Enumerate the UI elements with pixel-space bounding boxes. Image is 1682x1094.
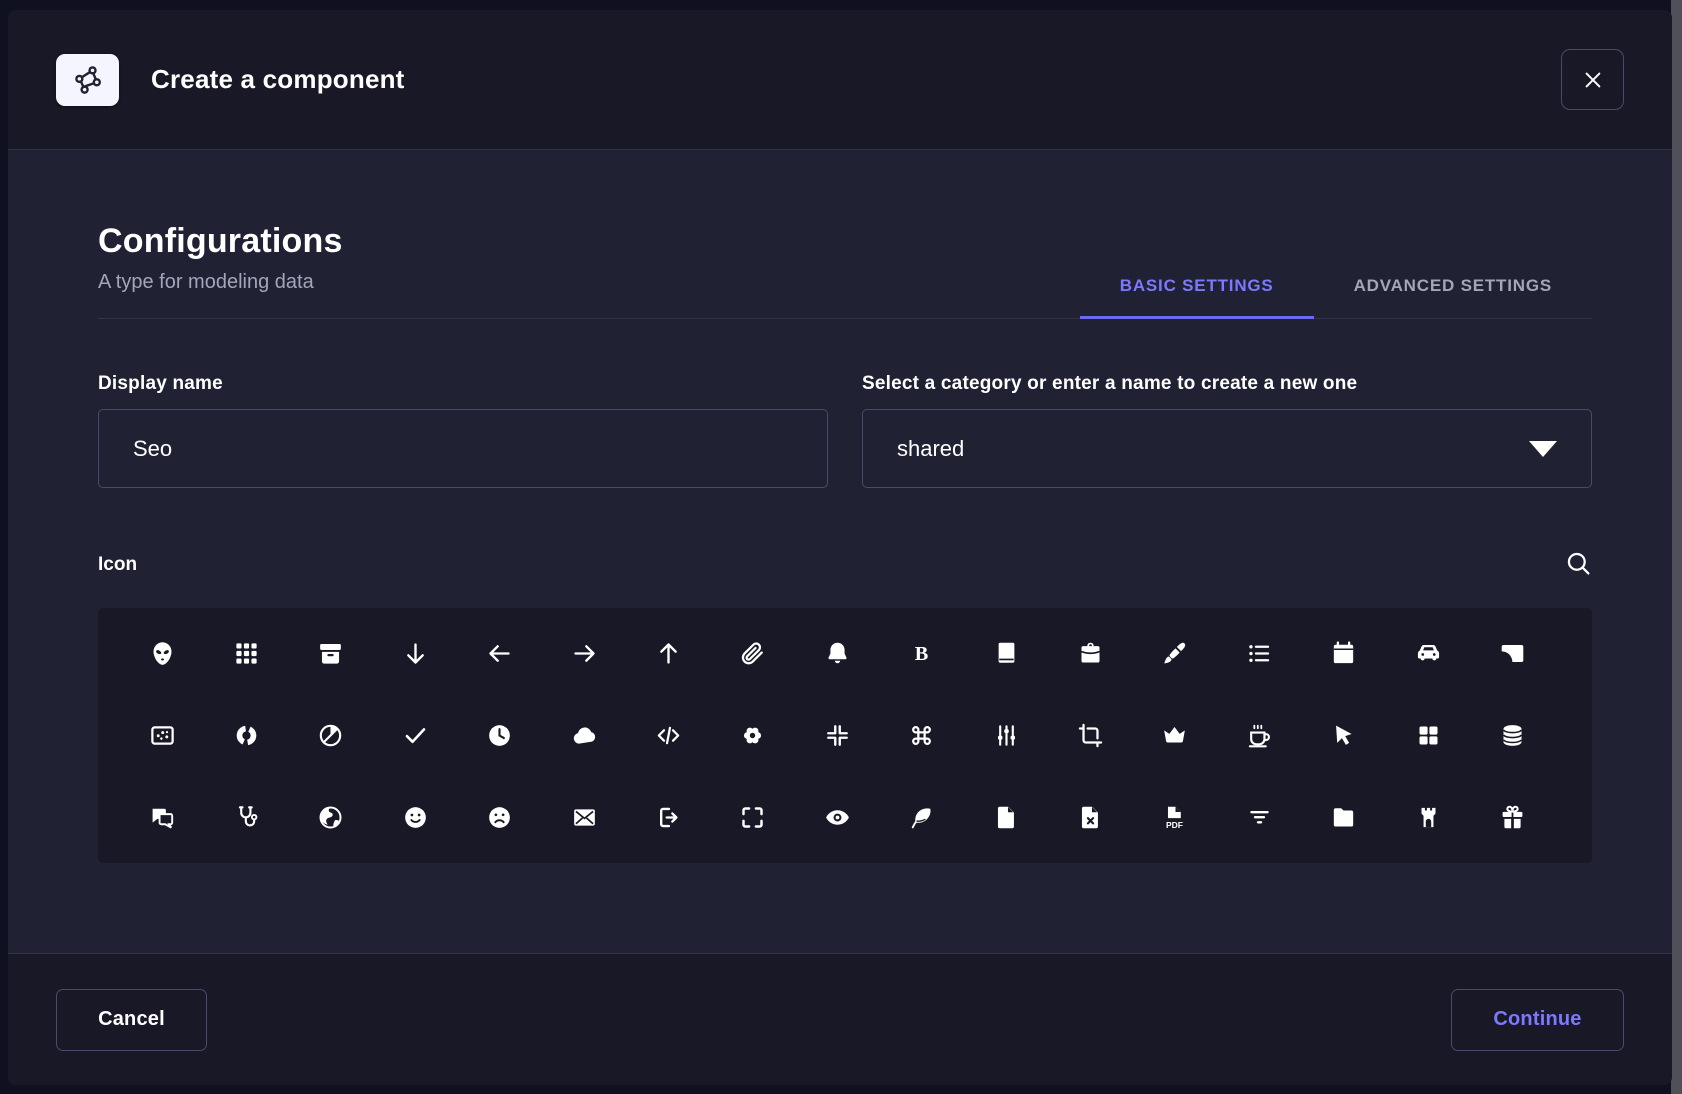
code-icon[interactable] xyxy=(626,694,710,776)
tab-advanced-settings[interactable]: ADVANCED SETTINGS xyxy=(1314,262,1592,319)
car-icon[interactable] xyxy=(1386,612,1470,694)
chart-circle-icon[interactable] xyxy=(204,694,288,776)
dashboard-icon[interactable] xyxy=(1386,694,1470,776)
exit-icon[interactable] xyxy=(626,776,710,858)
display-name-input[interactable] xyxy=(98,409,828,488)
calendar-icon[interactable] xyxy=(1301,612,1385,694)
arrow-up-icon[interactable] xyxy=(626,612,710,694)
intro-row: Configurations A type for modeling data … xyxy=(98,222,1592,319)
gift-icon[interactable] xyxy=(1470,776,1554,858)
sliders-icon[interactable] xyxy=(964,694,1048,776)
svg-text:B: B xyxy=(915,642,929,664)
gate-icon[interactable] xyxy=(1386,776,1470,858)
icon-picker-label: Icon xyxy=(98,554,137,576)
check-icon[interactable] xyxy=(373,694,457,776)
modal-header: Create a component xyxy=(8,10,1672,150)
briefcase-icon[interactable] xyxy=(1048,612,1132,694)
clock-icon[interactable] xyxy=(458,694,542,776)
file-error-icon[interactable] xyxy=(1048,776,1132,858)
cast-icon[interactable] xyxy=(1470,612,1554,694)
crop-icon[interactable] xyxy=(1048,694,1132,776)
envelope-icon[interactable] xyxy=(542,776,626,858)
icon-search-button[interactable] xyxy=(1565,550,1592,580)
chart-bubble-icon[interactable] xyxy=(120,694,204,776)
page-title: Configurations xyxy=(98,222,343,261)
file-icon[interactable] xyxy=(964,776,1048,858)
database-icon[interactable] xyxy=(1470,694,1554,776)
chevron-down-icon xyxy=(1529,441,1557,457)
bold-icon[interactable]: B xyxy=(880,612,964,694)
cancel-button[interactable]: Cancel xyxy=(56,989,207,1051)
cog-icon[interactable] xyxy=(711,694,795,776)
filter-icon[interactable] xyxy=(1217,776,1301,858)
bell-icon[interactable] xyxy=(795,612,879,694)
category-label: Select a category or enter a name to cre… xyxy=(862,373,1592,395)
folder-icon[interactable] xyxy=(1301,776,1385,858)
close-button[interactable] xyxy=(1561,49,1624,110)
form-row: Display name Select a category or enter … xyxy=(98,373,1592,488)
arrow-left-icon[interactable] xyxy=(458,612,542,694)
doctor-icon[interactable] xyxy=(204,776,288,858)
continue-button[interactable]: Continue xyxy=(1451,989,1624,1051)
expand-icon[interactable] xyxy=(711,776,795,858)
crown-icon[interactable] xyxy=(1133,694,1217,776)
arrow-right-icon[interactable] xyxy=(542,612,626,694)
apps-icon[interactable] xyxy=(204,612,288,694)
file-pdf-icon[interactable]: PDF xyxy=(1133,776,1217,858)
svg-text:PDF: PDF xyxy=(1166,819,1183,829)
cup-icon[interactable] xyxy=(1217,694,1301,776)
display-name-label: Display name xyxy=(98,373,828,395)
create-component-modal: Create a component Configurations A type… xyxy=(8,10,1672,1085)
discuss-icon[interactable] xyxy=(120,776,204,858)
modal-footer: Cancel Continue xyxy=(8,953,1672,1085)
command-icon[interactable] xyxy=(880,694,964,776)
icon-section-header: Icon xyxy=(98,550,1592,580)
chart-pie-icon[interactable] xyxy=(289,694,373,776)
attachment-icon[interactable] xyxy=(711,612,795,694)
modal-title: Create a component xyxy=(151,64,405,95)
alien-icon[interactable] xyxy=(120,612,204,694)
modal-body: Configurations A type for modeling data … xyxy=(8,150,1672,953)
cloud-icon[interactable] xyxy=(542,694,626,776)
cursor-icon[interactable] xyxy=(1301,694,1385,776)
background-page-scrollbar[interactable] xyxy=(1671,0,1682,1094)
category-select[interactable]: shared xyxy=(862,409,1592,488)
category-selected-value: shared xyxy=(897,436,964,462)
emotion-happy-icon[interactable] xyxy=(373,776,457,858)
eye-icon[interactable] xyxy=(795,776,879,858)
close-icon xyxy=(1582,69,1604,91)
icon-grid: B PDF xyxy=(98,608,1592,863)
collapse-icon[interactable] xyxy=(795,694,879,776)
page-subtitle: A type for modeling data xyxy=(98,271,343,294)
settings-tabs: BASIC SETTINGS ADVANCED SETTINGS xyxy=(1080,262,1592,318)
component-icon xyxy=(56,54,119,106)
earth-icon[interactable] xyxy=(289,776,373,858)
emotion-unhappy-icon[interactable] xyxy=(458,776,542,858)
brush-icon[interactable] xyxy=(1133,612,1217,694)
search-icon xyxy=(1565,550,1592,577)
bullet-list-icon[interactable] xyxy=(1217,612,1301,694)
feather-icon[interactable] xyxy=(880,776,964,858)
tab-basic-settings[interactable]: BASIC SETTINGS xyxy=(1080,262,1314,319)
book-icon[interactable] xyxy=(964,612,1048,694)
arrow-down-icon[interactable] xyxy=(373,612,457,694)
archive-icon[interactable] xyxy=(289,612,373,694)
